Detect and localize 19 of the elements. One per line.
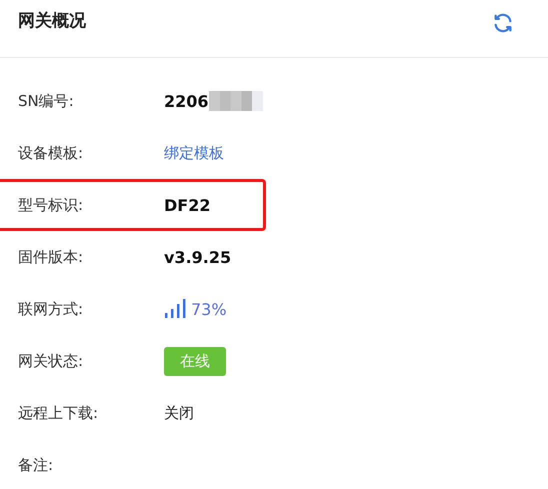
field-label: 网关状态: [18, 352, 84, 370]
field-label: 型号标识: [18, 196, 84, 214]
field-label: 远程上下载: [18, 404, 100, 422]
refresh-icon[interactable] [492, 12, 514, 34]
field-label: SN编号: [18, 92, 75, 110]
field-label: 联网方式: [18, 300, 84, 318]
field-label: 设备模板: [18, 144, 84, 162]
signal-icon [164, 299, 186, 319]
status-badge: 在线 [164, 346, 226, 376]
field-value: v3.9.25 [164, 248, 232, 266]
panel-title: 网关概况 [18, 10, 86, 32]
field-label: 备注: [18, 456, 54, 474]
field-value: DF22 [164, 196, 210, 214]
field-value: 关闭 [164, 404, 194, 422]
bind-template-link[interactable]: 绑定模板 [164, 144, 224, 162]
signal-strength: 73% [191, 300, 227, 318]
field-label: 固件版本: [18, 248, 84, 266]
field-value: 2206 [164, 92, 209, 110]
redaction-blur [208, 91, 263, 111]
